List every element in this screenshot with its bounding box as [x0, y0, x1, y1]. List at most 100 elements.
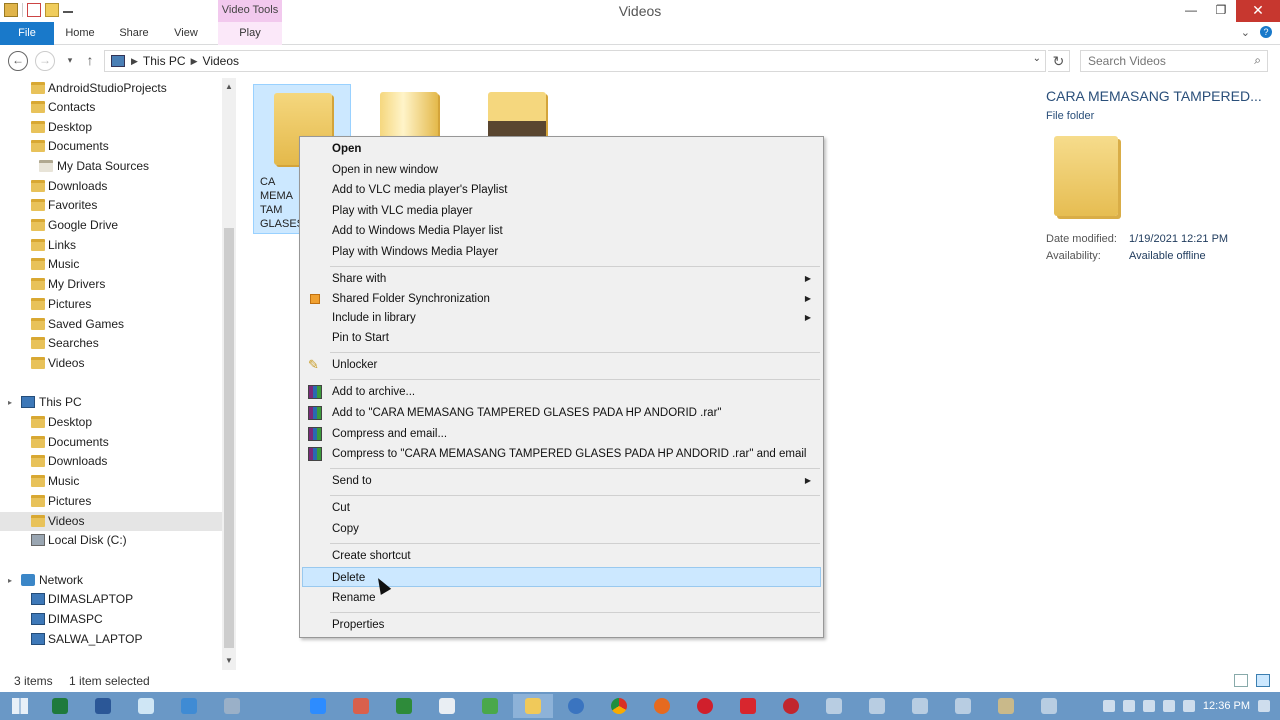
volume-icon[interactable] [1182, 700, 1195, 712]
taskbar-app-firefox[interactable] [642, 694, 682, 718]
menu-item-send-to[interactable]: Send to ▶ [302, 471, 821, 491]
nav-item[interactable]: Pictures [0, 492, 222, 511]
taskbar-app[interactable] [943, 694, 983, 718]
nav-item-network[interactable]: ▸ Network [0, 571, 222, 590]
menu-item-play-wmp[interactable]: Play with Windows Media Player [302, 242, 821, 262]
taskbar-app[interactable] [771, 694, 811, 718]
menu-item-include-in-library[interactable]: Include in library ▶ [302, 308, 821, 328]
menu-item-shared-folder-sync[interactable]: Shared Folder Synchronization ▶ [302, 289, 821, 309]
taskbar-app-chrome[interactable] [599, 694, 639, 718]
nav-item[interactable]: Links [0, 236, 222, 255]
nav-item[interactable]: Pictures [0, 295, 222, 314]
taskbar-app-opera[interactable] [685, 694, 725, 718]
nav-item-this-pc[interactable]: ▸ This PC [0, 393, 222, 412]
scroll-up-icon[interactable]: ▲ [222, 82, 236, 91]
properties-icon[interactable] [27, 3, 41, 17]
chevron-down-icon[interactable]: ⌄ [1241, 26, 1250, 39]
nav-item[interactable]: My Drivers [0, 275, 222, 294]
notifications-icon[interactable] [1258, 700, 1270, 712]
menu-item-open[interactable]: Open [302, 139, 821, 159]
taskbar-app-excel[interactable] [40, 694, 80, 718]
address-bar[interactable]: ▶ This PC ▶ Videos ⌄ [104, 50, 1046, 72]
start-button[interactable] [0, 694, 40, 718]
tab-home[interactable]: Home [58, 22, 102, 45]
menu-item-properties[interactable]: Properties [302, 615, 821, 635]
menu-item-compress-to-rar-email[interactable]: Compress to "CARA MEMASANG TAMPERED GLAS… [302, 444, 821, 464]
help-icon[interactable]: ? [1260, 26, 1272, 38]
tab-file[interactable]: File [0, 22, 54, 45]
menu-item-wmp-list[interactable]: Add to Windows Media Player list [302, 221, 821, 241]
power-icon[interactable] [1142, 700, 1155, 712]
taskbar-app[interactable] [1029, 694, 1069, 718]
taskbar-app-vivaldi[interactable] [728, 694, 768, 718]
tray-up-arrow-icon[interactable] [1102, 700, 1115, 712]
taskbar-app[interactable] [556, 694, 596, 718]
expand-chevron-icon[interactable]: ▸ [8, 393, 12, 412]
scrollbar-thumb[interactable] [224, 228, 234, 648]
nav-item[interactable]: Saved Games [0, 315, 222, 334]
menu-item-add-to-rar[interactable]: Add to "CARA MEMASANG TAMPERED GLASES PA… [302, 403, 821, 423]
taskbar-app[interactable] [169, 694, 209, 718]
new-folder-icon[interactable] [45, 3, 59, 17]
nav-item[interactable]: Local Disk (C:) [0, 531, 222, 550]
nav-item[interactable]: Contacts [0, 98, 222, 117]
taskbar-app[interactable] [212, 694, 252, 718]
menu-item-copy[interactable]: Copy [302, 519, 821, 539]
nav-item[interactable]: My Data Sources [0, 157, 222, 176]
action-center-icon[interactable] [1122, 700, 1135, 712]
menu-item-cut[interactable]: Cut [302, 498, 821, 518]
tab-play[interactable]: Play [218, 22, 282, 45]
nav-item[interactable]: Documents [0, 433, 222, 452]
taskbar-app-word[interactable] [83, 694, 123, 718]
menu-item-open-new-window[interactable]: Open in new window [302, 160, 821, 180]
taskbar-app[interactable] [470, 694, 510, 718]
nav-item[interactable]: Music [0, 472, 222, 491]
nav-item[interactable]: DIMASPC [0, 610, 222, 629]
menu-item-unlocker[interactable]: ✎ Unlocker [302, 355, 821, 375]
tab-share[interactable]: Share [112, 22, 156, 45]
nav-item[interactable]: Desktop [0, 413, 222, 432]
nav-item[interactable]: Music [0, 255, 222, 274]
close-button[interactable]: ✕ [1236, 0, 1280, 22]
search-box[interactable]: ⌕ [1080, 50, 1268, 72]
menu-item-add-to-archive[interactable]: Add to archive... [302, 382, 821, 402]
clock[interactable]: 12:36 PM [1203, 700, 1250, 712]
maximize-button[interactable]: ❐ [1206, 0, 1236, 22]
nav-item-videos-selected[interactable]: Videos [0, 512, 222, 531]
taskbar-app[interactable] [298, 694, 338, 718]
nav-scrollbar[interactable]: ▲ ▼ [222, 78, 236, 670]
back-button[interactable]: ← [8, 51, 28, 71]
expand-chevron-icon[interactable]: ▸ [8, 571, 12, 590]
taskbar-app-notepad[interactable] [126, 694, 166, 718]
breadcrumb-chevron-icon[interactable]: ▶ [131, 56, 138, 67]
recent-locations-chevron-icon[interactable]: ▾ [60, 51, 80, 71]
nav-item[interactable]: Google Drive [0, 216, 222, 235]
tab-view[interactable]: View [166, 22, 206, 45]
taskbar-app[interactable] [857, 694, 897, 718]
menu-item-play-vlc[interactable]: Play with VLC media player [302, 201, 821, 221]
up-arrow-button[interactable]: ↑ [80, 51, 100, 71]
forward-button[interactable]: → [35, 51, 55, 71]
nav-item[interactable]: Videos [0, 354, 222, 373]
taskbar-app-camtasia[interactable] [384, 694, 424, 718]
taskbar-app-file-explorer[interactable] [513, 694, 553, 718]
nav-item[interactable]: DIMASLAPTOP [0, 590, 222, 609]
large-icons-view-icon[interactable] [1256, 674, 1270, 687]
nav-item[interactable]: Desktop [0, 118, 222, 137]
nav-item[interactable]: Downloads [0, 452, 222, 471]
minimize-button[interactable]: — [1176, 0, 1206, 22]
menu-item-pin-to-start[interactable]: Pin to Start [302, 328, 821, 348]
nav-item[interactable]: Documents [0, 137, 222, 156]
nav-item[interactable]: Favorites [0, 196, 222, 215]
customize-chevron-icon[interactable] [63, 5, 73, 13]
breadcrumb-this-pc[interactable]: This PC [138, 54, 191, 68]
network-status-icon[interactable] [1162, 700, 1175, 712]
address-dropdown-icon[interactable]: ⌄ [1033, 53, 1041, 64]
menu-item-create-shortcut[interactable]: Create shortcut [302, 546, 821, 566]
taskbar-app[interactable] [341, 694, 381, 718]
taskbar-app[interactable] [427, 694, 467, 718]
menu-item-share-with[interactable]: Share with ▶ [302, 269, 821, 289]
menu-item-vlc-playlist[interactable]: Add to VLC media player's Playlist [302, 180, 821, 200]
breadcrumb-chevron-icon[interactable]: ▶ [191, 56, 198, 67]
scroll-down-icon[interactable]: ▼ [222, 656, 236, 665]
